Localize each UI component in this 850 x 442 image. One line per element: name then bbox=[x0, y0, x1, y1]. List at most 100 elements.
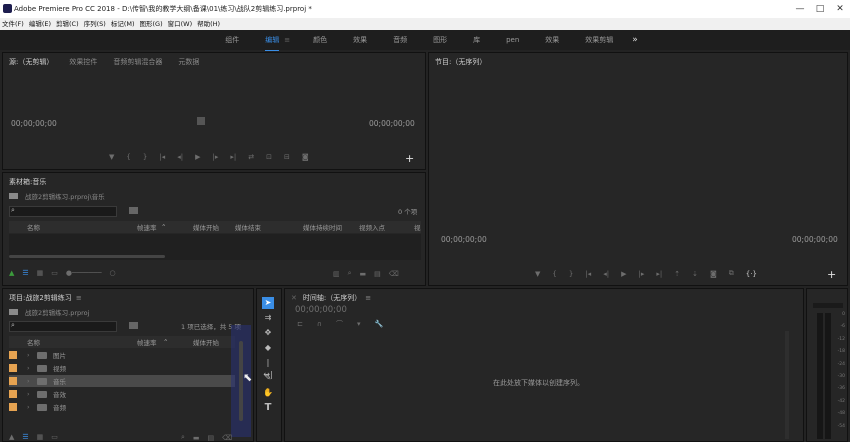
selection-tool-icon[interactable]: ➤ bbox=[262, 297, 274, 309]
timeline-close-icon[interactable]: ✕ bbox=[291, 294, 297, 302]
add-marker-icon[interactable]: ▼ bbox=[109, 153, 114, 161]
tab-bin-music[interactable]: 素材箱:音乐 bbox=[9, 177, 46, 187]
program-extract-icon[interactable]: ⇣ bbox=[692, 270, 698, 278]
slip-tool-icon[interactable]: |↔| bbox=[262, 357, 274, 379]
workspace-tab-audio[interactable]: 音频 bbox=[393, 35, 407, 45]
step-back-icon[interactable]: ◂| bbox=[177, 153, 183, 161]
go-to-in-icon[interactable]: |◂ bbox=[159, 153, 165, 161]
timeline-vertical-scrollbar[interactable] bbox=[785, 331, 789, 439]
clear-icon[interactable]: ⌫ bbox=[389, 270, 399, 278]
project-panel-menu-icon[interactable]: ≡ bbox=[76, 294, 82, 302]
list-item[interactable]: › 图片 bbox=[9, 349, 235, 361]
project-new-search-bin-icon[interactable] bbox=[129, 322, 138, 329]
program-step-forward-icon[interactable]: |▸ bbox=[638, 270, 644, 278]
close-button[interactable]: ✕ bbox=[830, 0, 850, 18]
workspace-tab-pen[interactable]: pen bbox=[506, 36, 519, 44]
program-mark-out-icon[interactable]: } bbox=[569, 270, 573, 278]
bin-horizontal-scrollbar[interactable] bbox=[9, 255, 165, 258]
project-lock-icon[interactable]: ▲ bbox=[9, 433, 14, 441]
maximize-button[interactable]: □ bbox=[810, 0, 830, 18]
timeline-settings-icon[interactable]: 🔧 bbox=[375, 320, 384, 328]
loop-icon[interactable]: ⇄ bbox=[248, 153, 254, 161]
zoom-slider-icon[interactable]: ●─────── bbox=[66, 269, 102, 277]
workspace-tab-effects[interactable]: 效果 bbox=[353, 35, 367, 45]
snap-icon[interactable]: ∩ bbox=[317, 320, 322, 328]
col-video-in[interactable]: 视频入点 bbox=[359, 222, 385, 232]
project-icon-view-icon[interactable]: ▦ bbox=[37, 433, 44, 441]
project-new-bin-icon[interactable]: ▬ bbox=[193, 434, 200, 442]
tab-timeline[interactable]: 时间轴:（无序列） bbox=[303, 293, 361, 303]
icon-view-icon[interactable]: ▦ bbox=[37, 269, 44, 277]
new-item-icon[interactable]: ▤ bbox=[374, 270, 381, 278]
menu-marker[interactable]: 标记(M) bbox=[111, 18, 135, 30]
label-color-swatch[interactable] bbox=[9, 403, 17, 411]
tab-audio-clip-mixer[interactable]: 音频剪辑混合器 bbox=[113, 57, 162, 67]
project-col-media-start[interactable]: 媒体开始 bbox=[193, 337, 219, 347]
program-mark-in-icon[interactable]: { bbox=[552, 270, 556, 278]
minimize-button[interactable]: — bbox=[790, 0, 810, 18]
expand-icon[interactable]: › bbox=[27, 377, 33, 385]
tab-effect-controls[interactable]: 效果控件 bbox=[69, 57, 97, 67]
program-compare-icon[interactable]: ⧉ bbox=[729, 269, 734, 278]
more-workspaces-icon[interactable]: » bbox=[632, 35, 638, 45]
expand-icon[interactable]: › bbox=[27, 403, 33, 411]
program-go-to-in-icon[interactable]: |◂ bbox=[585, 270, 591, 278]
overwrite-icon[interactable]: ⊟ bbox=[284, 153, 290, 161]
go-to-out-icon[interactable]: ▸| bbox=[230, 153, 236, 161]
label-color-swatch[interactable] bbox=[9, 377, 17, 385]
project-find-icon[interactable]: ⌕ bbox=[181, 433, 185, 442]
play-icon[interactable]: ▶ bbox=[195, 153, 200, 161]
sort-icons-icon[interactable]: ○ bbox=[110, 269, 116, 277]
mark-in-icon[interactable]: { bbox=[126, 153, 130, 161]
razor-tool-icon[interactable]: ◆ bbox=[262, 342, 274, 354]
program-add-marker-icon[interactable]: ▼ bbox=[535, 270, 540, 278]
linked-selection-icon[interactable]: ⌒ bbox=[336, 319, 343, 329]
fit-icon[interactable] bbox=[197, 117, 205, 125]
menu-edit[interactable]: 编辑(E) bbox=[29, 18, 51, 30]
menu-clip[interactable]: 剪辑(C) bbox=[56, 18, 79, 30]
automate-to-sequence-icon[interactable]: ▥ bbox=[333, 270, 340, 278]
expand-icon[interactable]: › bbox=[27, 390, 33, 398]
freeform-view-icon[interactable]: ▭ bbox=[51, 269, 58, 277]
col-video-truncated[interactable]: 视 bbox=[414, 222, 421, 232]
col-media-duration[interactable]: 媒体持续时间 bbox=[303, 222, 342, 232]
timeline-marker-icon[interactable]: ▾ bbox=[357, 320, 361, 328]
menu-sequence[interactable]: 序列(S) bbox=[84, 18, 106, 30]
source-timecode[interactable]: 00;00;00;00 bbox=[11, 119, 57, 128]
list-view-icon[interactable]: ☰ bbox=[22, 269, 28, 277]
label-color-swatch[interactable] bbox=[9, 351, 17, 359]
workspace-menu-icon[interactable]: ≡ bbox=[284, 36, 290, 44]
tab-program[interactable]: 节目:（无序列） bbox=[435, 57, 486, 67]
menu-file[interactable]: 文件(F) bbox=[2, 18, 24, 30]
timeline-panel-menu-icon[interactable]: ≡ bbox=[365, 294, 371, 302]
list-item[interactable]: › 音效 bbox=[9, 388, 235, 400]
program-play-icon[interactable]: ▶ bbox=[621, 270, 626, 278]
label-color-swatch[interactable] bbox=[9, 390, 17, 398]
col-name[interactable]: 名称 bbox=[27, 222, 40, 232]
workspace-tab-libraries[interactable]: 库 bbox=[473, 35, 480, 45]
project-new-item-icon[interactable]: ▤ bbox=[208, 434, 215, 442]
pen-tool-icon[interactable]: ✎ bbox=[262, 372, 274, 384]
program-timecode[interactable]: 00;00;00;00 bbox=[441, 235, 487, 244]
bin-search-input[interactable] bbox=[9, 206, 117, 217]
tab-metadata[interactable]: 元数据 bbox=[178, 57, 199, 67]
new-bin-icon[interactable]: ▬ bbox=[360, 270, 367, 278]
workspace-tab-effects-edit[interactable]: 效果剪辑 bbox=[585, 35, 613, 45]
project-freeform-view-icon[interactable]: ▭ bbox=[51, 433, 58, 441]
program-lift-icon[interactable]: ⇡ bbox=[674, 270, 680, 278]
track-select-tool-icon[interactable]: ⇉ bbox=[262, 312, 274, 324]
menu-window[interactable]: 窗口(W) bbox=[168, 18, 193, 30]
program-button-editor-icon[interactable]: + bbox=[827, 268, 836, 281]
list-item-selected[interactable]: › 音乐 bbox=[9, 375, 235, 387]
expand-icon[interactable]: › bbox=[27, 364, 33, 372]
list-item[interactable]: › 视频 bbox=[9, 362, 235, 374]
insert-icon[interactable]: ⊡ bbox=[266, 153, 272, 161]
tab-source[interactable]: 源:（无剪辑） bbox=[9, 57, 53, 67]
find-icon[interactable]: ⌕ bbox=[348, 269, 352, 278]
list-item[interactable]: › 音频 bbox=[9, 401, 235, 413]
export-frame-icon[interactable]: ◙ bbox=[302, 153, 309, 161]
tab-project[interactable]: 项目:战旅2剪辑练习 bbox=[9, 293, 72, 303]
menu-help[interactable]: 帮助(H) bbox=[197, 18, 220, 30]
program-vr-icon[interactable]: {·} bbox=[746, 270, 757, 278]
project-clear-icon[interactable]: ⌫ bbox=[222, 434, 232, 442]
